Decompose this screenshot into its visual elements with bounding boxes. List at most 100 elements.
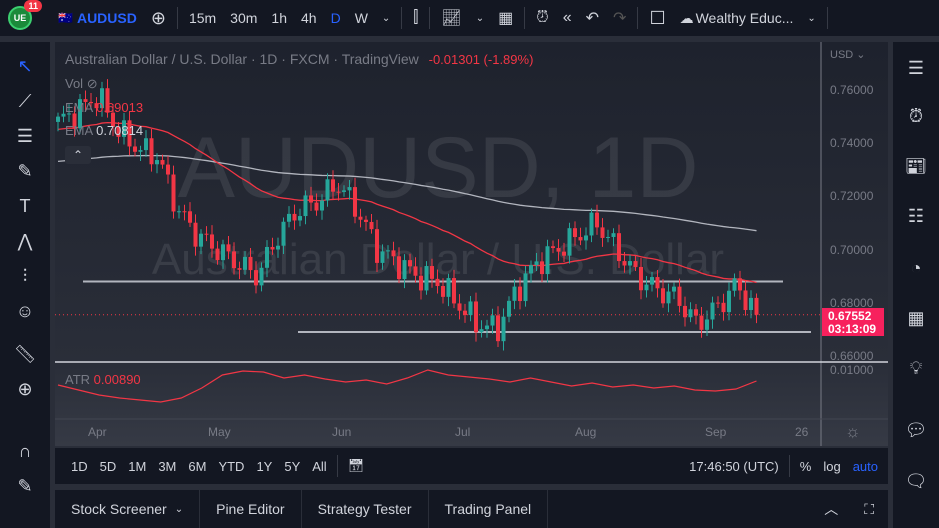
candle-body: [732, 278, 737, 291]
interval-w[interactable]: W: [348, 10, 375, 26]
candle-body: [639, 266, 643, 291]
candle-body: [138, 150, 143, 152]
magnet-icon[interactable]: ∩: [11, 437, 39, 465]
auto-toggle[interactable]: auto: [847, 459, 884, 474]
news-icon[interactable]: 📰︎: [902, 152, 930, 180]
eye-hidden-icon[interactable]: ⊘: [87, 76, 98, 91]
indicators-icon[interactable]: 📈︎: [434, 8, 468, 28]
candle-body: [276, 245, 280, 250]
ema-fast-legend[interactable]: EMA 0.69013: [65, 100, 143, 115]
tab-strategy-tester[interactable]: Strategy Tester: [302, 490, 429, 528]
atr-legend[interactable]: ATR 0.00890: [65, 372, 141, 387]
chart-pane[interactable]: AUDUSD, 1D Australian Dollar / U.S. Doll…: [55, 42, 888, 446]
range-all[interactable]: All: [306, 459, 332, 474]
atr-line: [57, 369, 757, 403]
cloud-icon[interactable]: ☁︎: [673, 10, 696, 27]
pattern-icon[interactable]: ⋀: [11, 227, 39, 255]
interval-15m[interactable]: 15m: [182, 10, 223, 26]
candle-body: [144, 138, 148, 151]
chevron-down-icon[interactable]: ⌄: [375, 13, 397, 24]
chevron-down-icon[interactable]: ⌄: [469, 13, 491, 24]
currency-selector[interactable]: USD ⌄: [830, 48, 866, 61]
trendline-icon[interactable]: ⟋: [11, 87, 39, 115]
candle-body: [149, 138, 154, 165]
alarm-icon[interactable]: ⏰︎: [902, 102, 930, 130]
text-icon[interactable]: T: [11, 192, 39, 220]
cursor-icon[interactable]: ↖: [11, 52, 39, 80]
range-3m[interactable]: 3M: [152, 459, 182, 474]
bar-countdown: 03:13:09: [828, 322, 877, 336]
candle-body: [699, 315, 704, 330]
range-1m[interactable]: 1M: [122, 459, 152, 474]
candle-body: [661, 288, 665, 304]
candle-body: [727, 290, 731, 313]
collapse-legend-button[interactable]: ⌃: [65, 146, 91, 164]
range-ytd[interactable]: YTD: [212, 459, 250, 474]
candle-body: [589, 212, 594, 236]
ema-slow-legend[interactable]: EMA 0.70814: [65, 123, 143, 138]
interval-1h[interactable]: 1h: [264, 10, 294, 26]
interval-4h[interactable]: 4h: [294, 10, 324, 26]
layout-name[interactable]: Wealthy Educ...: [696, 10, 801, 26]
hotlist-icon[interactable]: ◔: [902, 254, 930, 282]
emoji-icon[interactable]: ☺: [11, 297, 39, 325]
ema-label: EMA: [65, 123, 93, 138]
time-axis-tick: Jun: [332, 425, 352, 439]
candles-icon[interactable]: ⫿: [406, 9, 425, 27]
templates-icon[interactable]: ▦: [491, 8, 520, 28]
calendar-icon[interactable]: ▦: [902, 304, 930, 332]
price-axis-tick: 0.72000: [830, 189, 874, 204]
symbol-search[interactable]: AUDUSD: [73, 10, 144, 26]
messages-icon[interactable]: 🗨︎: [902, 467, 930, 495]
tab-pine-editor[interactable]: Pine Editor: [200, 490, 302, 528]
compare-plus-icon[interactable]: ⊕: [144, 8, 173, 29]
collapse-panel-icon[interactable]: ︿: [812, 499, 850, 519]
maximize-panel-icon[interactable]: ⛶: [850, 501, 888, 518]
tab-trading-panel[interactable]: Trading Panel: [429, 490, 549, 528]
candle-body: [402, 260, 407, 280]
lock-drawing-icon[interactable]: ✎: [11, 472, 39, 500]
candle-body: [292, 213, 297, 221]
redo-icon[interactable]: ↷: [606, 8, 633, 28]
chevron-down-icon[interactable]: ⌄: [800, 13, 822, 24]
price-chart[interactable]: AUDUSD, 1D Australian Dollar / U.S. Doll…: [55, 42, 888, 446]
volume-legend[interactable]: Vol ⊘: [65, 76, 98, 92]
candle-body: [199, 233, 203, 247]
interval-d[interactable]: D: [324, 10, 348, 26]
candle-body: [435, 278, 440, 287]
candle-body: [358, 216, 363, 220]
zoom-icon[interactable]: ⊕: [11, 375, 39, 403]
log-toggle[interactable]: log: [817, 459, 846, 474]
watchlist-icon[interactable]: ☰: [902, 54, 930, 82]
range-1d[interactable]: 1D: [65, 459, 94, 474]
percent-toggle[interactable]: %: [794, 459, 818, 474]
undo-icon[interactable]: ↶: [579, 8, 606, 28]
data-window-icon[interactable]: ☷: [902, 202, 930, 230]
ruler-icon[interactable]: 📏︎: [11, 340, 39, 368]
fib-icon[interactable]: ☰: [11, 122, 39, 150]
range-5d[interactable]: 5D: [94, 459, 123, 474]
candle-body: [628, 261, 632, 266]
clock-time[interactable]: 17:46:50 (UTC): [683, 459, 785, 474]
range-6m[interactable]: 6M: [182, 459, 212, 474]
range-1y[interactable]: 1Y: [250, 459, 278, 474]
brush-icon[interactable]: ✎: [11, 157, 39, 185]
date-range-icon[interactable]: 📅︎: [342, 458, 371, 474]
ema-label: EMA: [65, 100, 93, 115]
tab-stock-screener[interactable]: Stock Screener ⌄: [55, 490, 201, 528]
settings-gear-icon[interactable]: ☼: [845, 422, 861, 442]
interval-30m[interactable]: 30m: [223, 10, 264, 26]
chat-icon[interactable]: 💬︎: [902, 416, 930, 444]
drawing-toolbar: ↖ ⟋ ☰ ✎ T ⋀ ⫶ ☺ 📏︎ ⊕ ∩ ✎: [0, 42, 50, 528]
fullscreen-square-icon[interactable]: ☐: [642, 8, 672, 29]
prediction-icon[interactable]: ⫶: [11, 262, 39, 290]
range-5y[interactable]: 5Y: [278, 459, 306, 474]
candle-body: [237, 268, 242, 270]
candle-body: [523, 273, 528, 302]
candle-body: [496, 315, 500, 342]
replay-icon[interactable]: «: [556, 9, 579, 27]
alert-icon[interactable]: ⏰︎: [529, 9, 555, 27]
price-axis-tick: 0.70000: [830, 242, 874, 257]
ideas-lightbulb-icon[interactable]: 💡︎: [902, 354, 930, 382]
logo-avatar[interactable]: UE 11: [8, 0, 42, 30]
